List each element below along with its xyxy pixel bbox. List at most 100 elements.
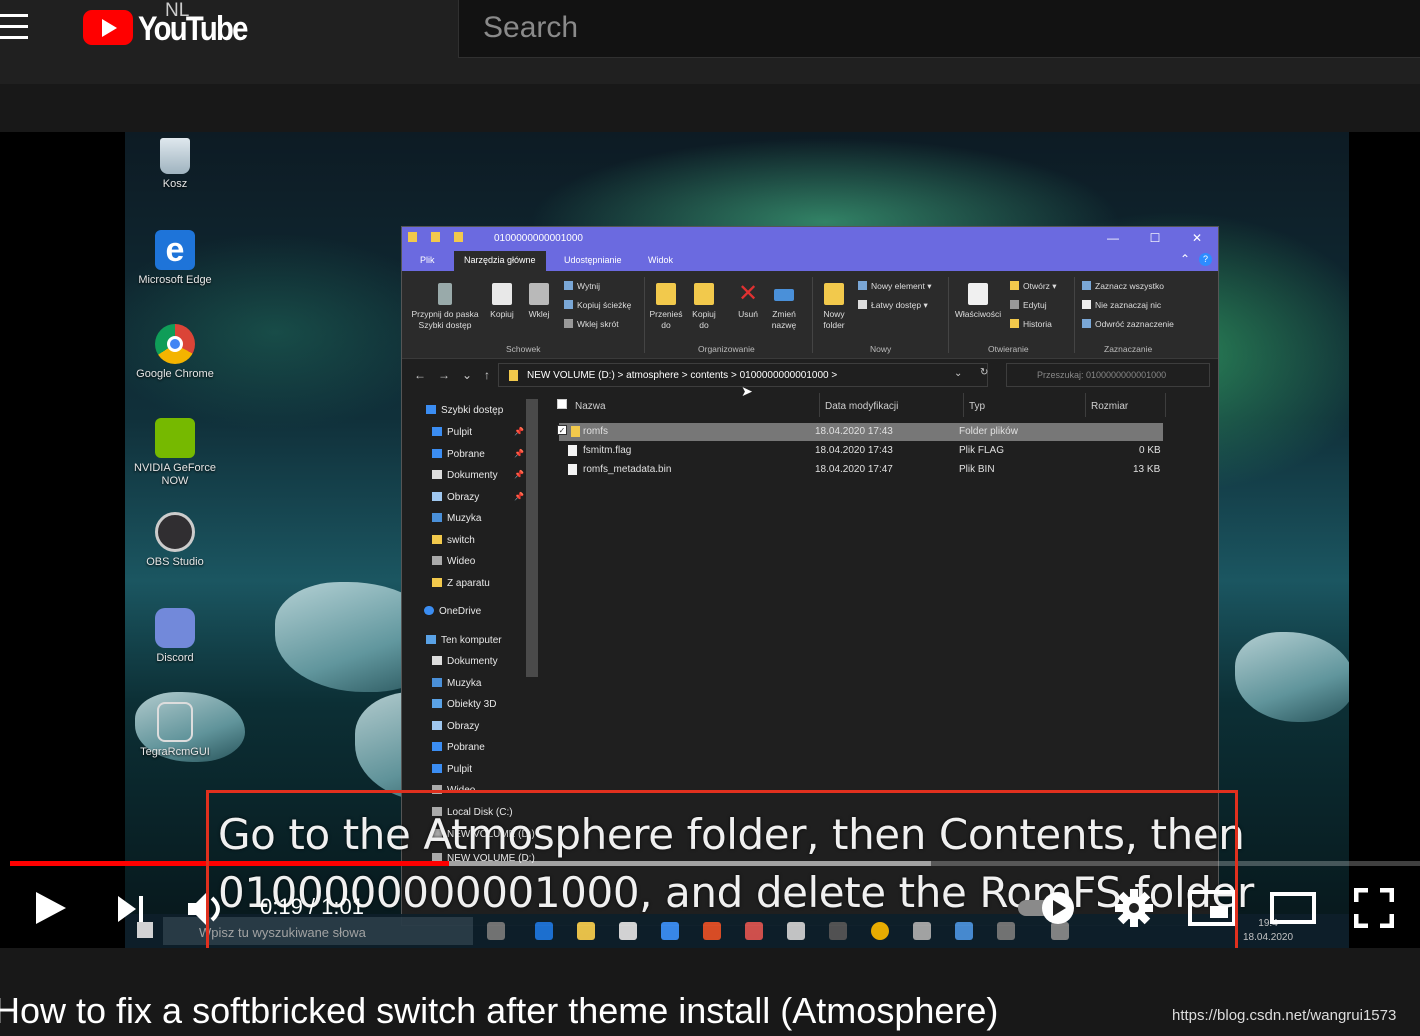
desktop-icon-obs[interactable]: OBS Studio xyxy=(125,512,225,569)
close-icon[interactable]: ✕ xyxy=(1176,227,1218,249)
copy-button[interactable]: Kopiuj xyxy=(486,283,518,320)
chevron-down-icon[interactable]: ⌄ xyxy=(954,368,962,379)
next-icon[interactable] xyxy=(116,894,146,924)
pin-icon xyxy=(438,283,452,305)
column-header-date[interactable]: Data modyfikacji xyxy=(825,401,898,412)
rename-button[interactable]: Zmień nazwę xyxy=(768,283,800,331)
desktop-icon-recycle-bin[interactable]: Kosz xyxy=(125,138,225,191)
paste-button[interactable]: Wklej xyxy=(524,283,554,320)
file-row[interactable]: romfs_metadata.bin 18.04.2020 17:47 Plik… xyxy=(559,461,1163,479)
desktop-icon-geforce-now[interactable]: NVIDIA GeForce NOW xyxy=(125,418,225,488)
explorer-titlebar[interactable]: 0100000000001000 — ☐ ✕ xyxy=(402,227,1218,249)
history-button[interactable]: Historia xyxy=(1010,319,1052,329)
edit-button[interactable]: Edytuj xyxy=(1010,300,1047,310)
nav-label: Obiekty 3D xyxy=(447,699,497,710)
maximize-icon[interactable]: ☐ xyxy=(1134,227,1176,249)
ribbon-label: Wklej skrót xyxy=(577,319,619,329)
invert-selection-button[interactable]: Odwróć zaznaczenie xyxy=(1082,319,1174,329)
file-type: Plik FLAG xyxy=(959,445,1005,456)
column-header-type[interactable]: Typ xyxy=(969,401,985,412)
nav-item[interactable]: Obrazy xyxy=(432,492,479,503)
nav-item[interactable]: Muzyka xyxy=(432,678,481,689)
nav-item[interactable]: Wideo xyxy=(432,556,475,567)
tab-share[interactable]: Udostępnianie xyxy=(564,255,622,265)
download-icon xyxy=(432,742,442,751)
windows-start-icon[interactable] xyxy=(137,922,153,938)
navigation-scrollbar[interactable] xyxy=(526,399,538,677)
ribbon-separator xyxy=(644,277,645,353)
explorer-ribbon-tabs: Plik Narzędzia główne Udostępnianie Wido… xyxy=(402,249,1218,271)
easy-access-icon xyxy=(858,300,867,309)
nav-item[interactable]: Pobrane xyxy=(432,449,485,460)
new-item-button[interactable]: Nowy element ▾ xyxy=(858,281,932,291)
copy-path-button[interactable]: Kopiuj ścieżkę xyxy=(564,300,631,310)
theater-mode-icon[interactable] xyxy=(1270,892,1318,924)
desktop-icon-edge[interactable]: e Microsoft Edge xyxy=(125,230,225,287)
desktop-icon-discord[interactable]: Discord xyxy=(125,608,225,665)
nav-item[interactable]: Pulpit xyxy=(432,764,472,775)
search-input[interactable] xyxy=(483,8,1383,48)
nav-item[interactable]: Muzyka xyxy=(432,513,481,524)
desktop-icon-label: TegraRcmGUI xyxy=(140,746,210,758)
column-header-size[interactable]: Rozmiar xyxy=(1091,401,1128,412)
play-icon[interactable] xyxy=(34,890,68,926)
nav-item[interactable]: Pulpit xyxy=(432,427,472,438)
explorer-title: 0100000000001000 xyxy=(494,233,583,244)
open-button[interactable]: Otwórz ▾ xyxy=(1010,281,1057,291)
desktop-icon-tegrarcmgui[interactable]: TegraRcmGUI xyxy=(125,702,225,759)
pin-quick-access-button[interactable]: Przypnij do paska Szybki dostęp xyxy=(408,283,482,331)
nav-item[interactable]: Dokumenty xyxy=(432,470,498,481)
row-checkbox[interactable]: ✓ xyxy=(557,425,567,435)
pin-icon: 📌 xyxy=(514,470,524,479)
minimize-icon[interactable]: — xyxy=(1092,227,1134,249)
select-all-checkbox[interactable] xyxy=(557,399,567,409)
file-row[interactable]: fsmitm.flag 18.04.2020 17:43 Plik FLAG 0… xyxy=(559,442,1163,460)
menu-icon[interactable] xyxy=(0,14,30,42)
nav-arrows-icon[interactable]: ←→⌄↑ xyxy=(414,368,502,382)
nav-item[interactable]: Obiekty 3D xyxy=(432,699,496,710)
cut-button[interactable]: Wytnij xyxy=(564,281,600,291)
help-icon[interactable]: ? xyxy=(1199,253,1212,266)
delete-icon: ✕ xyxy=(738,280,759,307)
documents-icon xyxy=(432,656,442,665)
nav-item[interactable]: Ten komputer xyxy=(426,635,502,646)
properties-icon xyxy=(431,232,440,242)
nav-item[interactable]: OneDrive xyxy=(424,606,481,617)
nav-item[interactable]: Z aparatu xyxy=(432,578,490,589)
desktop-icon-chrome[interactable]: Google Chrome xyxy=(125,324,225,381)
tab-home[interactable]: Narzędzia główne xyxy=(454,251,546,271)
properties-button[interactable]: Właściwości xyxy=(952,283,1004,320)
copy-to-button[interactable]: Kopiuj do xyxy=(688,283,720,331)
select-all-button[interactable]: Zaznacz wszystko xyxy=(1082,281,1164,291)
nav-item[interactable]: Pobrane xyxy=(432,742,485,753)
tab-view[interactable]: Widok xyxy=(648,255,673,265)
select-none-button[interactable]: Nie zaznaczaj nic xyxy=(1082,300,1161,310)
nav-item[interactable]: switch xyxy=(432,535,475,546)
explorer-search-input[interactable]: Przeszukaj: 0100000000001000 xyxy=(1006,363,1210,387)
highlight-annotation-box xyxy=(206,790,1238,948)
folder-icon xyxy=(571,426,580,437)
refresh-icon[interactable]: ↻ xyxy=(980,367,988,378)
nav-item[interactable]: Obrazy xyxy=(432,721,479,732)
star-icon xyxy=(426,405,436,414)
ribbon-label: Przenieś do xyxy=(649,309,683,330)
desktop-icon-label: OBS Studio xyxy=(146,556,204,568)
column-header-name[interactable]: Nazwa xyxy=(575,401,606,412)
tab-file[interactable]: Plik xyxy=(420,255,435,265)
delete-button[interactable]: ✕ Usuń xyxy=(734,280,762,320)
paste-shortcut-button[interactable]: Wklej skrót xyxy=(564,319,619,329)
file-row[interactable]: ✓ romfs 18.04.2020 17:43 Folder plików xyxy=(557,423,1163,441)
nav-item[interactable]: Dokumenty xyxy=(432,656,498,667)
youtube-play-icon xyxy=(83,10,133,45)
collapse-ribbon-icon[interactable]: ⌃ xyxy=(1180,252,1190,266)
history-icon xyxy=(1010,319,1019,328)
nav-item[interactable]: Szybki dostęp xyxy=(426,405,503,416)
new-folder-button[interactable]: Nowy folder xyxy=(816,283,852,331)
ribbon-group-label: Otwieranie xyxy=(988,344,1029,354)
fullscreen-icon[interactable] xyxy=(1354,888,1394,928)
video-player[interactable]: Kosz e Microsoft Edge Google Chrome NVID… xyxy=(0,132,1420,948)
logo-text: YouTube xyxy=(138,10,248,48)
ribbon-label: Nie zaznaczaj nic xyxy=(1095,300,1162,310)
move-to-button[interactable]: Przenieś do xyxy=(648,283,684,331)
easy-access-button[interactable]: Łatwy dostęp ▾ xyxy=(858,300,928,310)
